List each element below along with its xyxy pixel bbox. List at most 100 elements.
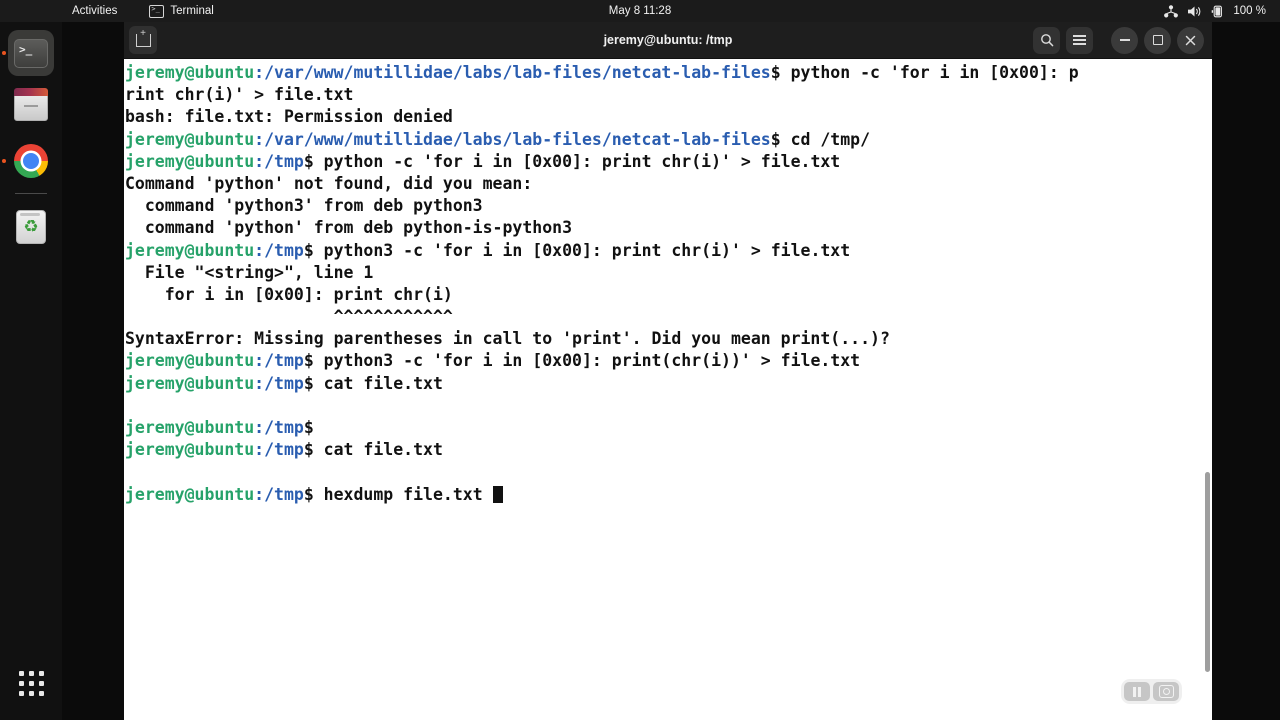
volume-icon (1188, 6, 1201, 16)
prompt-path: :/tmp (254, 440, 304, 460)
terminal-output-line: ^^^^^^^^^^^^ (125, 306, 1212, 328)
prompt-path: :/tmp (254, 151, 304, 171)
system-tray[interactable]: 100 % (1164, 4, 1266, 18)
grid-dot (38, 670, 44, 676)
prompt-user-host: jeremy@ubuntu (125, 240, 255, 260)
running-indicator-dot (2, 51, 6, 55)
grid-dot (18, 680, 24, 686)
prompt-path: :/var/www/mutillidae/labs/lab-files/netc… (254, 129, 771, 149)
terminal-output-line: File "<string>", line 1 (125, 262, 1212, 284)
output-text: File "<string>", line 1 (125, 262, 374, 282)
terminal-icon (149, 4, 165, 18)
dock (0, 22, 62, 720)
terminal-cursor (492, 485, 503, 503)
new-tab-button[interactable] (129, 26, 157, 54)
recorder-screenshot-button[interactable] (1153, 682, 1179, 701)
recorder-pause-button[interactable] (1124, 682, 1150, 701)
terminal-output-line: bash: file.txt: Permission denied (125, 106, 1212, 128)
show-applications-button[interactable] (8, 660, 54, 706)
terminal-prompt-line: jeremy@ubuntu:/tmp$ cat file.txt (125, 373, 1212, 395)
maximize-icon (1152, 35, 1163, 45)
prompt-command: $ python3 -c 'for i in [0x00]: print chr… (303, 240, 851, 260)
terminal-output-line: for i in [0x00]: print chr(i) (125, 284, 1212, 306)
minimize-button[interactable] (1111, 26, 1138, 54)
output-text: bash: file.txt: Permission denied (125, 107, 453, 127)
prompt-command: $ cd /tmp/ (770, 129, 871, 149)
terminal-prompt-line: jeremy@ubuntu:/tmp$ (125, 417, 1212, 439)
prompt-user-host: jeremy@ubuntu (125, 373, 255, 393)
active-app-indicator[interactable]: Terminal (149, 4, 214, 18)
prompt-path: :/tmp (254, 373, 304, 393)
battery-icon (1212, 5, 1223, 17)
desktop-screen: Activities Terminal May 8 11:28 (0, 0, 1280, 720)
prompt-command: $ cat file.txt (303, 440, 443, 460)
prompt-path: :/tmp (254, 418, 304, 437)
prompt-command: $ hexdump file.txt (303, 484, 493, 504)
pause-icon (1132, 686, 1142, 697)
terminal-prompt-line: jeremy@ubuntu:/var/www/mutillidae/labs/l… (125, 62, 1212, 84)
chrome-icon (14, 144, 48, 178)
prompt-user-host: jeremy@ubuntu (125, 151, 255, 171)
close-icon (1185, 35, 1196, 45)
maximize-button[interactable] (1144, 26, 1171, 54)
prompt-user-host: jeremy@ubuntu (125, 418, 255, 437)
search-button[interactable] (1033, 26, 1060, 54)
battery-percent-label: 100 % (1233, 5, 1266, 17)
trash-icon (16, 210, 46, 244)
terminal-output-line: command 'python3' from deb python3 (125, 195, 1212, 217)
prompt-user-host: jeremy@ubuntu (125, 484, 255, 504)
terminal-output-line: command 'python' from deb python-is-pyth… (125, 217, 1212, 239)
output-text: Command 'python' not found, did you mean… (125, 173, 533, 193)
grid-dot (38, 680, 44, 686)
terminal-prompt-line: jeremy@ubuntu:/tmp$ hexdump file.txt (125, 484, 1212, 506)
terminal-output-line: SyntaxError: Missing parentheses in call… (125, 328, 1212, 350)
window-controls (1033, 26, 1204, 54)
grid-dot (28, 670, 34, 676)
network-icon (1164, 4, 1179, 17)
close-button[interactable] (1177, 26, 1204, 54)
prompt-user-host: jeremy@ubuntu (125, 440, 255, 460)
terminal-output-line: Command 'python' not found, did you mean… (125, 173, 1212, 195)
grid-dot (28, 680, 34, 686)
prompt-path: :/tmp (254, 240, 304, 260)
output-text: ^^^^^^^^^^^^ (125, 307, 453, 327)
screen-recorder-controls (1121, 679, 1182, 704)
terminal-window: jeremy@ubuntu: /tmp (124, 22, 1212, 720)
dock-item-chrome[interactable] (2, 138, 54, 184)
terminal-output-line: rint chr(i)' > file.txt (125, 84, 1212, 106)
terminal-icon (14, 38, 48, 68)
terminal-scrollbar[interactable] (1205, 472, 1210, 672)
grid-dot (38, 690, 44, 696)
terminal-prompt-line: jeremy@ubuntu:/tmp$ python3 -c 'for i in… (125, 240, 1212, 262)
menu-button[interactable] (1066, 26, 1093, 54)
active-app-label: Terminal (170, 5, 214, 17)
prompt-path: :/tmp (254, 484, 304, 504)
dock-item-files[interactable] (8, 84, 54, 130)
prompt-user-host: jeremy@ubuntu (125, 63, 255, 82)
hamburger-icon (1073, 35, 1086, 45)
prompt-path: :/tmp (254, 351, 304, 371)
minimize-icon (1119, 39, 1130, 41)
dock-item-trash[interactable] (8, 204, 54, 250)
grid-dot (18, 670, 24, 676)
output-text: command 'python3' from deb python3 (125, 196, 483, 216)
terminal-output[interactable]: jeremy@ubuntu:/var/www/mutillidae/labs/l… (124, 59, 1212, 720)
new-tab-icon (135, 28, 151, 47)
prompt-command: $ python3 -c 'for i in [0x00]: print(chr… (303, 351, 861, 371)
running-indicator-dot (2, 159, 6, 163)
grid-dot (28, 690, 34, 696)
output-text: SyntaxError: Missing parentheses in call… (125, 329, 890, 349)
terminal-prompt-line: jeremy@ubuntu:/tmp$ cat file.txt (125, 439, 1212, 461)
prompt-command: $ python -c 'for i in [0x00]: p (770, 63, 1079, 82)
dock-item-terminal[interactable] (2, 30, 54, 76)
window-title-bar[interactable]: jeremy@ubuntu: /tmp (124, 22, 1212, 59)
output-text: rint chr(i)' > file.txt (125, 85, 354, 105)
prompt-user-host: jeremy@ubuntu (125, 129, 255, 149)
prompt-path: :/var/www/mutillidae/labs/lab-files/netc… (254, 63, 771, 82)
gnome-top-bar: Activities Terminal May 8 11:28 (0, 0, 1280, 22)
activities-button[interactable]: Activities (72, 5, 117, 17)
prompt-user-host: jeremy@ubuntu (125, 351, 255, 371)
folder-icon (14, 88, 48, 121)
grid-dot (18, 690, 24, 696)
